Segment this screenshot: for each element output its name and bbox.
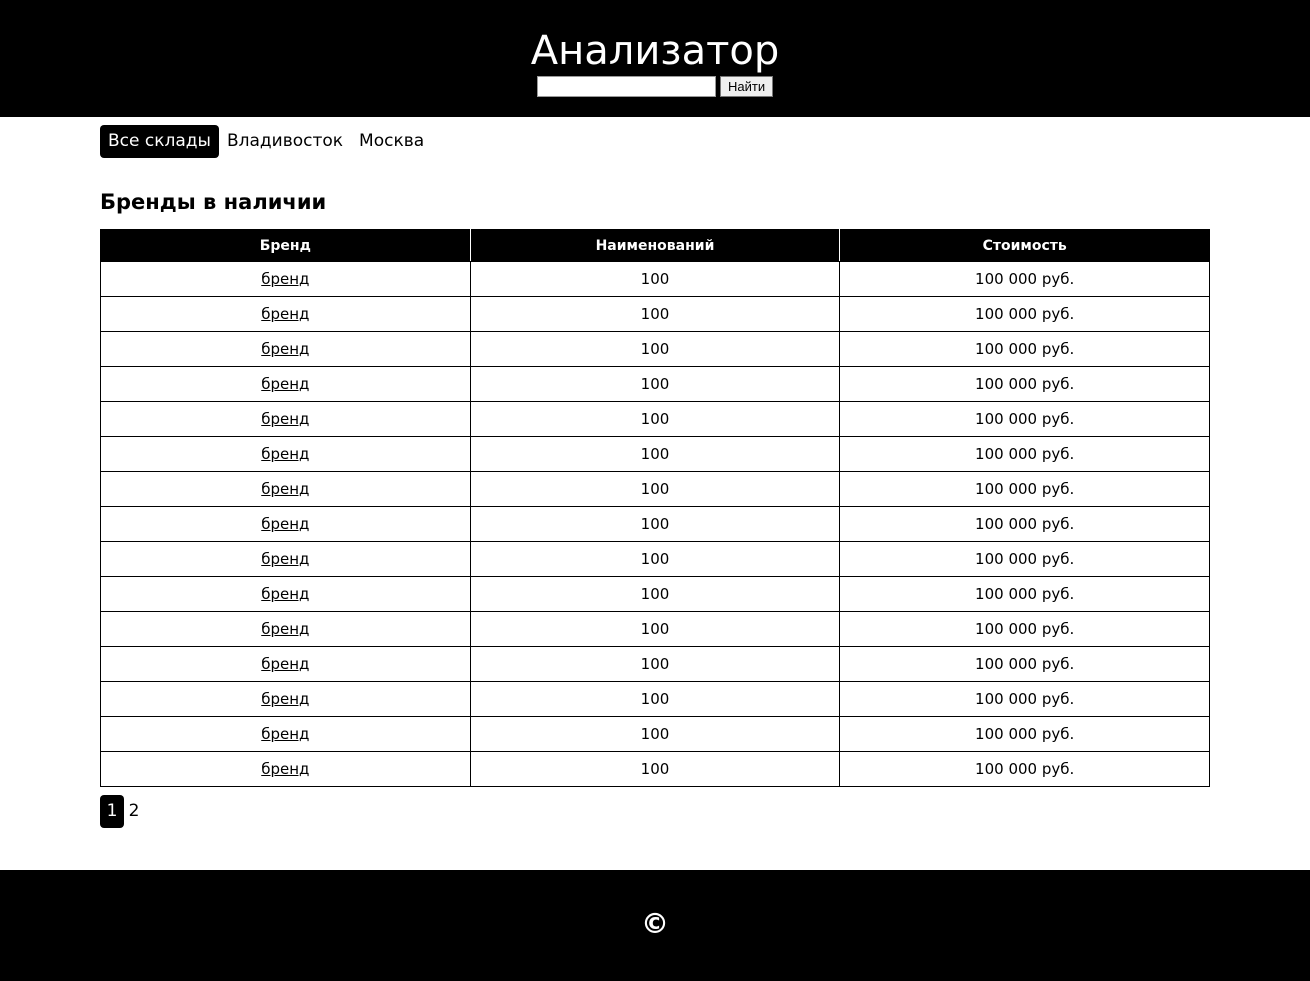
brand-link[interactable]: бренд [261,760,309,778]
cell-brand: бренд [100,296,471,332]
table-row: бренд 100 100 000 руб. [100,751,1210,787]
cell-brand: бренд [100,436,471,472]
cell-items-count: 100 [469,576,841,612]
cell-cost: 100 000 руб. [839,751,1210,787]
cell-brand: бренд [100,646,471,682]
tab-all-warehouses[interactable]: Все склады [100,125,219,158]
table-row: бренд 100 100 000 руб. [100,366,1210,402]
brand-link[interactable]: бренд [261,445,309,463]
cell-items-count: 100 [469,261,841,297]
table-row: бренд 100 100 000 руб. [100,261,1210,297]
cell-items-count: 100 [469,331,841,367]
table-row: бренд 100 100 000 руб. [100,576,1210,612]
table-row: бренд 100 100 000 руб. [100,401,1210,437]
column-header-brand: Бренд [100,229,471,262]
cell-brand: бренд [100,751,471,787]
table-header-row: Бренд Наименований Стоимость [100,229,1210,262]
search-button[interactable]: Найти [720,76,774,97]
brand-link[interactable]: бренд [261,410,309,428]
pagination: 1 2 [100,795,140,828]
table-row: бренд 100 100 000 руб. [100,716,1210,752]
cell-brand: бренд [100,681,471,717]
cell-brand: бренд [100,261,471,297]
brand-link[interactable]: бренд [261,620,309,638]
cell-items-count: 100 [469,366,841,402]
cell-items-count: 100 [469,716,841,752]
site-header: Анализатор Найти [0,0,1310,117]
table-row: бренд 100 100 000 руб. [100,436,1210,472]
cell-cost: 100 000 руб. [839,716,1210,752]
table-row: бренд 100 100 000 руб. [100,541,1210,577]
brand-link[interactable]: бренд [261,480,309,498]
tab-moscow[interactable]: Москва [351,125,432,158]
column-header-items: Наименований [469,229,841,262]
cell-cost: 100 000 руб. [839,611,1210,647]
table-body: бренд 100 100 000 руб. бренд 100 100 000 руб.… [100,261,1210,787]
brand-link[interactable]: бренд [261,270,309,288]
cell-brand: бренд [100,576,471,612]
cell-cost: 100 000 руб. [839,506,1210,542]
cell-brand: бренд [100,366,471,402]
brand-link[interactable]: бренд [261,550,309,568]
brand-link[interactable]: бренд [261,690,309,708]
page-link-2[interactable]: 2 [128,795,140,828]
cell-brand: бренд [100,331,471,367]
brand-link[interactable]: бренд [261,585,309,603]
cell-cost: 100 000 руб. [839,366,1210,402]
table-row: бренд 100 100 000 руб. [100,331,1210,367]
brand-link[interactable]: бренд [261,655,309,673]
cell-brand: бренд [100,471,471,507]
table-row: бренд 100 100 000 руб. [100,611,1210,647]
column-header-cost: Стоимость [839,229,1210,262]
search-input[interactable] [537,76,716,97]
cell-items-count: 100 [469,401,841,437]
cell-cost: 100 000 руб. [839,576,1210,612]
cell-items-count: 100 [469,646,841,682]
cell-cost: 100 000 руб. [839,681,1210,717]
table-row: бренд 100 100 000 руб. [100,681,1210,717]
search-bar: Найти [537,76,774,97]
cell-cost: 100 000 руб. [839,436,1210,472]
brand-link[interactable]: бренд [261,305,309,323]
warehouse-tabs: Все склады Владивосток Москва [100,125,432,158]
table-row: бренд 100 100 000 руб. [100,646,1210,682]
brand-link[interactable]: бренд [261,340,309,358]
cell-items-count: 100 [469,541,841,577]
brand-link[interactable]: бренд [261,725,309,743]
cell-items-count: 100 [469,681,841,717]
cell-cost: 100 000 руб. [839,646,1210,682]
tab-vladivostok[interactable]: Владивосток [219,125,351,158]
cell-cost: 100 000 руб. [839,401,1210,437]
cell-cost: 100 000 руб. [839,471,1210,507]
cell-brand: бренд [100,716,471,752]
cell-items-count: 100 [469,506,841,542]
cell-cost: 100 000 руб. [839,296,1210,332]
brands-table: Бренд Наименований Стоимость бренд 100 100… [100,229,1210,787]
site-footer: © [0,870,1310,981]
cell-brand: бренд [100,506,471,542]
cell-cost: 100 000 руб. [839,261,1210,297]
cell-items-count: 100 [469,471,841,507]
cell-cost: 100 000 руб. [839,541,1210,577]
table-row: бренд 100 100 000 руб. [100,506,1210,542]
cell-brand: бренд [100,541,471,577]
site-title: Анализатор [530,28,780,74]
cell-items-count: 100 [469,296,841,332]
table-row: бренд 100 100 000 руб. [100,471,1210,507]
brand-link[interactable]: бренд [261,375,309,393]
page-title: Бренды в наличии [100,190,327,214]
brand-link[interactable]: бренд [261,515,309,533]
page-link-1[interactable]: 1 [100,795,124,828]
cell-items-count: 100 [469,751,841,787]
cell-items-count: 100 [469,436,841,472]
cell-cost: 100 000 руб. [839,331,1210,367]
cell-brand: бренд [100,611,471,647]
table-row: бренд 100 100 000 руб. [100,296,1210,332]
cell-brand: бренд [100,401,471,437]
cell-items-count: 100 [469,611,841,647]
copyright-symbol: © [641,907,669,940]
